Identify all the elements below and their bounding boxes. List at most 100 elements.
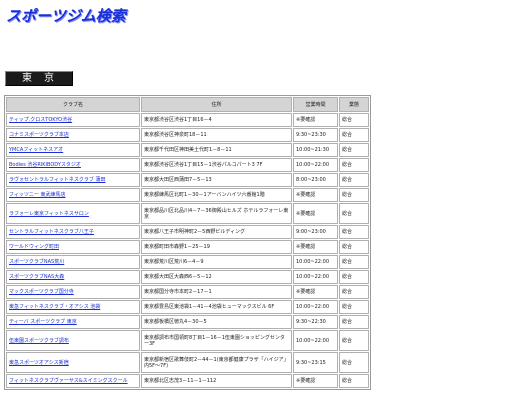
club-link[interactable]: ティーバ スポーツクラブ 東京 — [9, 319, 77, 325]
club-hours: 9:30~22:30 — [293, 315, 338, 329]
club-name-cell: フィットネスクラブヴァーサス&スイミングスクール — [6, 374, 140, 388]
table-row: スポーツクラブNAS荒川 東京都荒川区荒川6－4－9 10:00~22:00 総合 — [6, 255, 369, 269]
club-type: 総合 — [339, 352, 369, 373]
club-name-cell: 東急フィットネスクラブ・オアシス 池袋 — [6, 300, 140, 314]
club-name-cell: マックスポーツクラブ国分寺 — [6, 285, 140, 299]
table-row: コナミスポーツクラブ本店 東京都渋谷区神泉町18－11 9:30~23:30 総合 — [6, 128, 369, 142]
column-header-address: 住所 — [141, 97, 292, 112]
club-address: 東京都北区志茂3－11－1－112 — [141, 374, 292, 388]
club-type: 総合 — [339, 225, 369, 239]
table-row: フィットネスクラブヴァーサス&スイミングスクール 東京都北区志茂3－11－1－11… — [6, 374, 369, 388]
table-row: セントラルフィットネスクラブ八王子 東京都八王子市明神町2－5西野ビルディング 9:… — [6, 225, 369, 239]
table-row: ワールドウィング町田 東京都町田市森野1－25－19 ※要確認 総合 — [6, 240, 369, 254]
club-link[interactable]: Bodies 渋谷RIKIBODYスタジオ — [9, 162, 81, 168]
club-hours: 10:00~22:00 — [293, 158, 338, 172]
club-type: 総合 — [339, 300, 369, 314]
club-hours: ※要確認 — [293, 285, 338, 299]
table-row: 東急スポーツオアシス新宿 東京都新宿区歌舞伎町2－44－1(東京都健康プラザ「ハイ… — [6, 352, 369, 373]
club-type: 総合 — [339, 158, 369, 172]
table-row: Bodies 渋谷RIKIBODYスタジオ 東京都渋谷区渋谷1丁目15－1渋谷パル… — [6, 158, 369, 172]
club-type: 総合 — [339, 173, 369, 187]
club-address: 東京都品川区北品川4－7－36御殿山ヒルズ ホテルラフォーレ東京 — [141, 203, 292, 224]
club-type: 総合 — [339, 315, 369, 329]
club-name-cell: YMCAフィットネスアオ — [6, 143, 140, 157]
club-address: 東京都渋谷区神泉町18－11 — [141, 128, 292, 142]
club-name-cell: 伍東園スポーツクラブ調布 — [6, 330, 140, 351]
club-name-cell: Bodies 渋谷RIKIBODYスタジオ — [6, 158, 140, 172]
club-address: 東京都大田区大森西6－5－12 — [141, 270, 292, 284]
club-address: 東京都渋谷区渋谷1丁目15－1渋谷パルコパート3 7F — [141, 158, 292, 172]
club-link[interactable]: ワールドウィング町田 — [9, 244, 59, 250]
club-name-cell: ティップ.クロスTOKYO渋谷 — [6, 113, 140, 127]
club-address: 東京都調布市国領町8丁目1－16－1伍東園ショッピングセンター3F — [141, 330, 292, 351]
club-link[interactable]: セントラルフィットネスクラブ八王子 — [9, 229, 94, 235]
club-address: 東京都新宿区歌舞伎町2－44－1(東京都健康プラザ「ハイジア」内5F～7F) — [141, 352, 292, 373]
club-link[interactable]: スポーツクラブNAS大森 — [9, 274, 64, 280]
club-type: 総合 — [339, 285, 369, 299]
club-name-cell: 東急スポーツオアシス新宿 — [6, 352, 140, 373]
table-row: YMCAフィットネスアオ 東京都千代田区神田美土代町1－8－11 10:00~21:… — [6, 143, 369, 157]
club-name-cell: ラヴォセントラルフィットネスクラブ 蒲田 — [6, 173, 140, 187]
club-hours: 9:30~23:15 — [293, 352, 338, 373]
club-type: 総合 — [339, 374, 369, 388]
table-row: スポーツクラブNAS大森 東京都大田区大森西6－5－12 10:00~22:00 総合 — [6, 270, 369, 284]
club-link[interactable]: フィッツニー 東武練馬店 — [9, 192, 66, 198]
club-name-cell: スポーツクラブNAS大森 — [6, 270, 140, 284]
region-header: 東京 — [5, 71, 73, 86]
club-address: 東京都国分寺市本町2－17－1 — [141, 285, 292, 299]
club-link[interactable]: マックスポーツクラブ国分寺 — [9, 289, 74, 295]
club-link[interactable]: 東急フィットネスクラブ・オアシス 池袋 — [9, 304, 100, 310]
club-hours: 10:00~22:00 — [293, 270, 338, 284]
club-link[interactable]: 伍東園スポーツクラブ調布 — [9, 338, 69, 344]
club-name-cell: スポーツクラブNAS荒川 — [6, 255, 140, 269]
table-row: 伍東園スポーツクラブ調布 東京都調布市国領町8丁目1－16－1伍東園ショッピングセ… — [6, 330, 369, 351]
club-link[interactable]: フィットネスクラブヴァーサス&スイミングスクール — [9, 378, 128, 384]
club-hours: ※要確認 — [293, 240, 338, 254]
club-hours: 10:00~22:00 — [293, 300, 338, 314]
club-name-cell: セントラルフィットネスクラブ八王子 — [6, 225, 140, 239]
club-type: 総合 — [339, 330, 369, 351]
table-row: 東急フィットネスクラブ・オアシス 池袋 東京都豊島区東池袋1－41－4池袋ヒューマ… — [6, 300, 369, 314]
club-hours: 10:00~22:00 — [293, 255, 338, 269]
club-address: 東京都板橋区徳丸4－30－5 — [141, 315, 292, 329]
site-title: スポーツジム検索 — [6, 7, 126, 25]
club-type: 総合 — [339, 113, 369, 127]
club-type: 総合 — [339, 128, 369, 142]
club-type: 総合 — [339, 143, 369, 157]
club-link[interactable]: 東急スポーツオアシス新宿 — [9, 360, 69, 366]
club-name-cell: フィッツニー 東武練馬店 — [6, 188, 140, 202]
club-type: 総合 — [339, 240, 369, 254]
club-hours: 10:00~22:00 — [293, 330, 338, 351]
table-row: ラフォーレ東京フィットネスサロン 東京都品川区北品川4－7－36御殿山ヒルズ ホテ… — [6, 203, 369, 224]
club-type: 総合 — [339, 188, 369, 202]
club-link[interactable]: スポーツクラブNAS荒川 — [9, 259, 64, 265]
club-hours: 9:00~23:00 — [293, 225, 338, 239]
table-row: ラヴォセントラルフィットネスクラブ 蒲田 東京都大田区西蒲田7－5－13 8:00~… — [6, 173, 369, 187]
column-header-type: 業態 — [339, 97, 369, 112]
club-name-cell: ティーバ スポーツクラブ 東京 — [6, 315, 140, 329]
club-name-cell: ラフォーレ東京フィットネスサロン — [6, 203, 140, 224]
column-header-hours: 営業時間 — [293, 97, 338, 112]
table-row: ティーバ スポーツクラブ 東京 東京都板橋区徳丸4－30－5 9:30~22:30 総… — [6, 315, 369, 329]
club-link[interactable]: YMCAフィットネスアオ — [9, 147, 63, 153]
club-address: 東京都荒川区荒川6－4－9 — [141, 255, 292, 269]
column-header-name: クラブ名 — [6, 97, 140, 112]
club-address: 東京都町田市森野1－25－19 — [141, 240, 292, 254]
table-header-row: クラブ名 住所 営業時間 業態 — [6, 97, 369, 112]
club-hours: ※要確認 — [293, 113, 338, 127]
club-address: 東京都千代田区神田美土代町1－8－11 — [141, 143, 292, 157]
club-address: 東京都練馬区北町1－30－1アーバンハイツ六番館1階 — [141, 188, 292, 202]
club-link[interactable]: ラフォーレ東京フィットネスサロン — [9, 211, 89, 217]
club-name-cell: ワールドウィング町田 — [6, 240, 140, 254]
club-hours: 8:00~23:00 — [293, 173, 338, 187]
club-link[interactable]: ラヴォセントラルフィットネスクラブ 蒲田 — [9, 177, 106, 183]
table-row: フィッツニー 東武練馬店 東京都練馬区北町1－30－1アーバンハイツ六番館1階 ※要… — [6, 188, 369, 202]
club-type: 総合 — [339, 270, 369, 284]
club-hours: ※要確認 — [293, 203, 338, 224]
club-hours: ※要確認 — [293, 188, 338, 202]
club-link[interactable]: ティップ.クロスTOKYO渋谷 — [9, 117, 72, 123]
club-link[interactable]: コナミスポーツクラブ本店 — [9, 132, 69, 138]
club-address: 東京都大田区西蒲田7－5－13 — [141, 173, 292, 187]
club-hours: 9:30~23:30 — [293, 128, 338, 142]
club-hours: ※要確認 — [293, 374, 338, 388]
